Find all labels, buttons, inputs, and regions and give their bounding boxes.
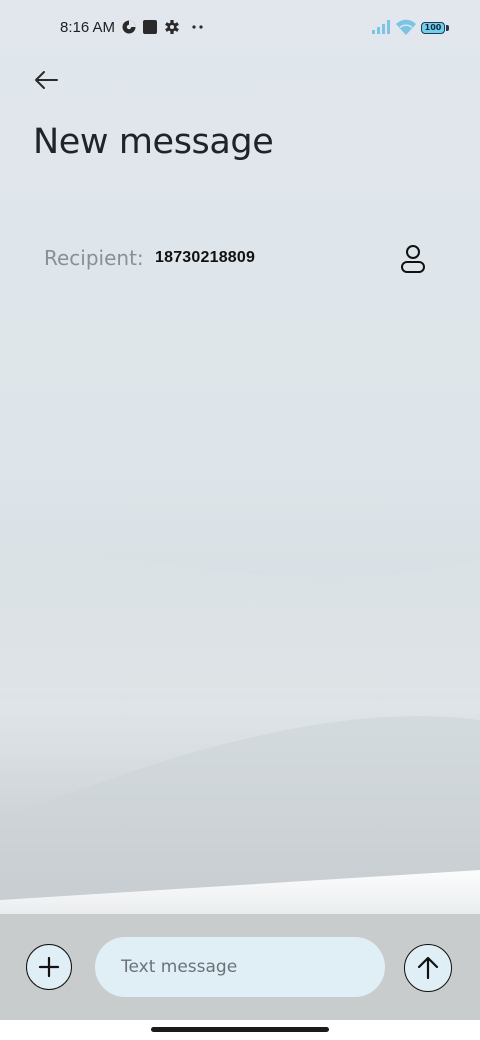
more-dots-icon [190,18,206,41]
message-input[interactable] [95,937,385,997]
settings-gear-icon [164,18,180,41]
recipient-label: Recipient: [44,246,144,270]
attach-button[interactable] [26,944,72,990]
status-bar: 8:16 AM 100 [0,0,480,56]
battery-icon: 100 [421,22,445,34]
compose-bar [0,914,480,1020]
recipient-number[interactable]: 18730218809 [155,249,255,267]
home-indicator[interactable] [151,1027,329,1032]
send-button[interactable] [404,944,452,992]
data-saver-icon [121,18,137,41]
cellular-signal-icon [371,18,393,41]
square-notification-icon [142,18,158,41]
navigation-bar [0,1020,480,1040]
recipient-row[interactable]: Recipient: 18730218809 [44,240,444,280]
wifi-icon [395,18,417,41]
person-icon [401,245,425,273]
page-title: New message [33,122,274,162]
back-arrow-icon [35,71,58,89]
battery-tip [446,25,449,31]
plus-icon [38,956,60,978]
status-time: 8:16 AM [60,19,116,36]
arrow-up-icon [417,956,439,980]
back-button[interactable] [22,60,70,100]
new-message-screen: 8:16 AM 100 New message Recipient: 18730… [0,0,480,1040]
contact-picker-button[interactable] [394,240,432,278]
